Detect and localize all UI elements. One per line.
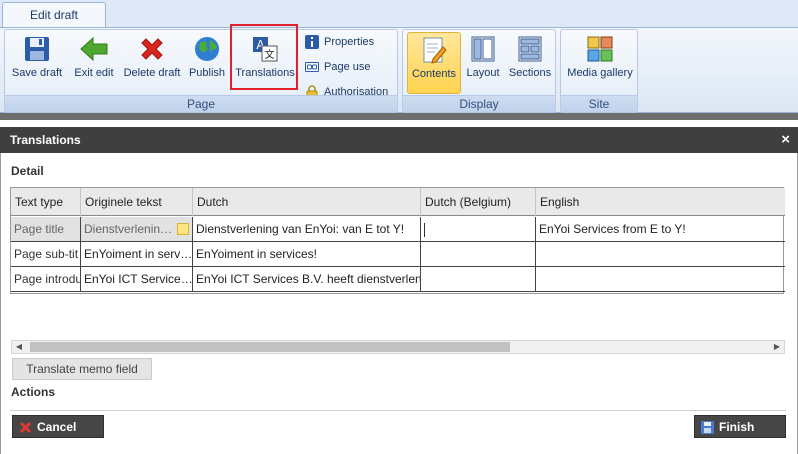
table-row[interactable]: Page title Dienstverlenin… Dienstverleni… xyxy=(11,217,785,242)
site-group: Media gallery Site xyxy=(560,29,638,113)
globe-icon xyxy=(195,37,219,61)
dialog-header: Translations × xyxy=(0,127,798,153)
cell-dutch[interactable]: EnYoiment in services! xyxy=(193,242,421,266)
cell-dutch-belgium[interactable] xyxy=(421,267,536,291)
actions-label: Actions xyxy=(11,385,56,399)
finish-button[interactable]: Finish xyxy=(694,415,786,438)
properties-label: Properties xyxy=(324,36,375,48)
cell-original: Dienstverlenin… xyxy=(81,217,193,241)
delete-x-icon xyxy=(141,38,163,60)
edit-page-icon xyxy=(423,37,447,64)
scrollbar-thumb[interactable] xyxy=(30,342,510,352)
dialog-title: Translations xyxy=(10,133,81,147)
cell-text-type: Page introdu xyxy=(11,267,81,291)
contents-label: Contents xyxy=(411,68,457,80)
layout-icon xyxy=(471,36,495,62)
text-caret xyxy=(424,222,425,237)
link-icon xyxy=(305,62,319,73)
delete-draft-label: Delete draft xyxy=(123,67,181,79)
media-gallery-button[interactable]: Media gallery xyxy=(565,32,635,94)
memo-note-icon[interactable] xyxy=(177,223,189,235)
finish-label: Finish xyxy=(719,420,755,434)
info-icon xyxy=(305,35,319,50)
cancel-button[interactable]: Cancel xyxy=(12,415,104,438)
save-icon xyxy=(25,37,49,61)
page-group-label: Page xyxy=(5,95,397,112)
close-icon[interactable]: × xyxy=(781,127,790,153)
save-icon xyxy=(701,421,714,434)
cell-original-text: Dienstverlenin… xyxy=(84,222,173,236)
table-row[interactable]: Page sub-tit EnYoiment in serv… EnYoimen… xyxy=(11,242,785,267)
cell-english[interactable] xyxy=(536,267,785,291)
exit-edit-button[interactable]: Exit edit xyxy=(69,32,119,94)
actions-divider xyxy=(10,410,786,411)
column-header-dutch[interactable]: Dutch xyxy=(193,188,421,216)
column-header-dutch-belgium[interactable]: Dutch (Belgium) xyxy=(421,188,536,216)
cell-text-type: Page sub-tit xyxy=(11,242,81,266)
scroll-left-icon[interactable]: ◀ xyxy=(12,341,26,353)
horizontal-scrollbar[interactable]: ◀ ▶ xyxy=(11,340,785,354)
cell-dutch-belgium[interactable] xyxy=(421,217,536,241)
exit-arrow-icon xyxy=(80,36,108,62)
ribbon: Edit draft Save draft Exit edit Delete d… xyxy=(0,0,798,120)
translate-memo-field-button[interactable]: Translate memo field xyxy=(12,358,152,380)
exit-edit-label: Exit edit xyxy=(74,67,114,79)
cancel-label: Cancel xyxy=(37,420,77,434)
page-group: Save draft Exit edit Delete draft Publis… xyxy=(4,29,398,113)
site-group-label: Site xyxy=(561,95,637,112)
layout-button[interactable]: Layout xyxy=(463,32,503,94)
column-header-english[interactable]: English xyxy=(536,188,785,216)
cell-english[interactable]: EnYoi Services from E to Y! xyxy=(536,217,785,241)
sections-icon xyxy=(518,36,542,62)
page-use-label: Page use xyxy=(324,61,371,73)
cell-english[interactable] xyxy=(536,242,785,266)
cancel-x-icon xyxy=(20,422,31,433)
column-header-text-type[interactable]: Text type xyxy=(11,188,81,216)
column-header-original[interactable]: Originele tekst xyxy=(81,188,193,216)
tab-edit-draft[interactable]: Edit draft xyxy=(2,2,106,28)
display-group-label: Display xyxy=(403,95,555,112)
cell-dutch-belgium[interactable] xyxy=(421,242,536,266)
save-draft-label: Save draft xyxy=(11,67,63,79)
page-use-button[interactable]: Page use xyxy=(305,57,370,77)
media-gallery-icon xyxy=(587,36,613,62)
detail-label: Detail xyxy=(11,164,44,178)
display-group: Contents Layout Sections Display xyxy=(402,29,556,113)
properties-button[interactable]: Properties xyxy=(305,32,374,52)
contents-button[interactable]: Contents xyxy=(407,32,461,94)
layout-label: Layout xyxy=(466,67,500,79)
cell-original: EnYoi ICT Service… xyxy=(81,267,193,291)
sections-label: Sections xyxy=(508,67,552,79)
cell-text-type: Page title xyxy=(11,217,81,241)
cell-dutch[interactable]: EnYoi ICT Services B.V. heeft dienstverl… xyxy=(193,267,421,291)
scroll-right-icon[interactable]: ▶ xyxy=(770,341,784,353)
translations-highlight xyxy=(230,24,298,90)
cell-dutch[interactable]: Dienstverlening van EnYoi: van E tot Y! xyxy=(193,217,421,241)
translations-grid: Text type Originele tekst Dutch Dutch (B… xyxy=(10,187,785,294)
sections-button[interactable]: Sections xyxy=(507,32,553,94)
media-gallery-label: Media gallery xyxy=(567,67,633,79)
table-row[interactable]: Page introdu EnYoi ICT Service… EnYoi IC… xyxy=(11,267,785,292)
publish-button[interactable]: Publish xyxy=(185,32,229,94)
grid-header: Text type Originele tekst Dutch Dutch (B… xyxy=(11,188,785,216)
cell-original: EnYoiment in serv… xyxy=(81,242,193,266)
delete-draft-button[interactable]: Delete draft xyxy=(121,32,183,94)
save-draft-button[interactable]: Save draft xyxy=(9,32,65,94)
publish-label: Publish xyxy=(188,67,226,79)
ribbon-divider xyxy=(0,113,798,120)
